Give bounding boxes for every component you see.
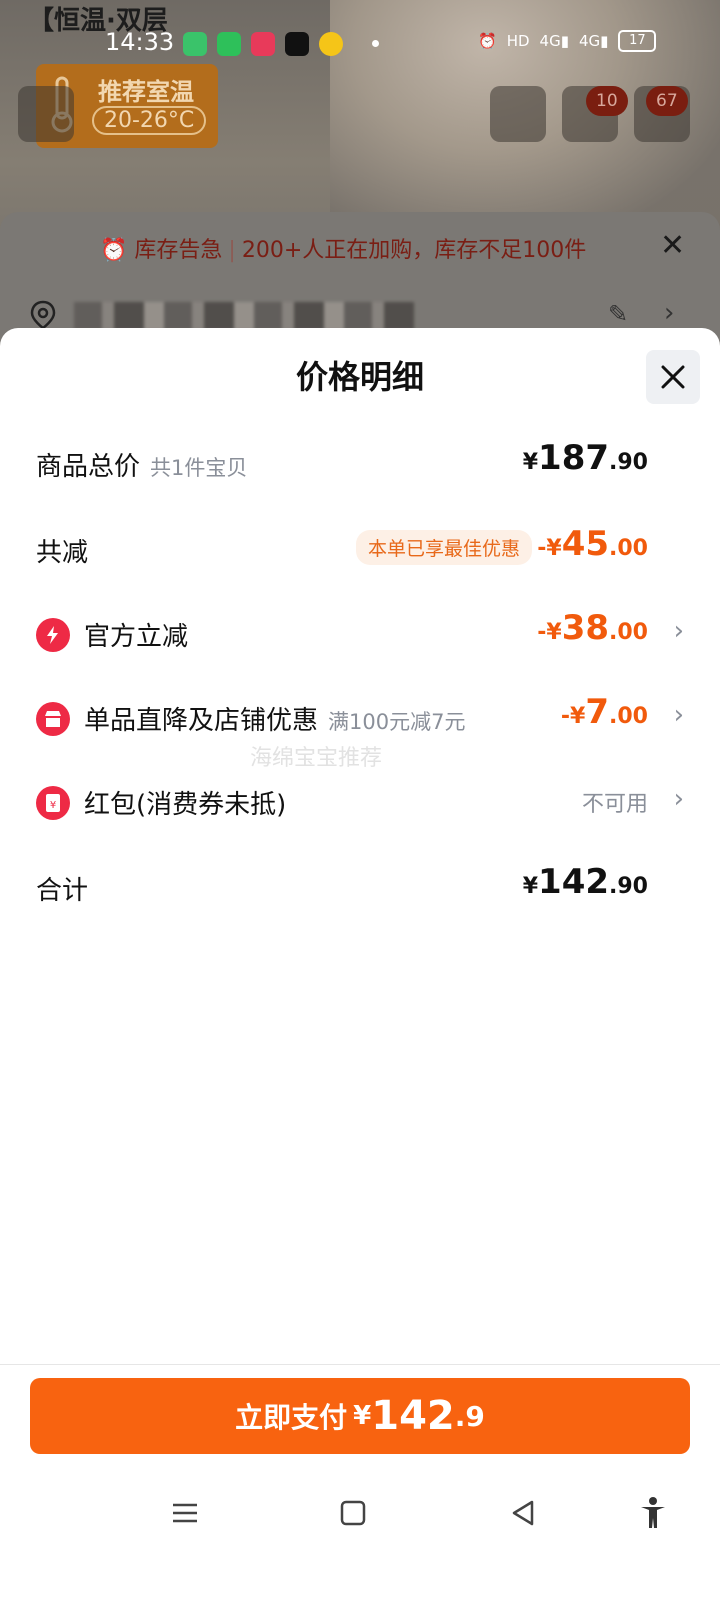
iqiyi-icon [217, 32, 241, 56]
discount-amount: -¥45.00 [537, 524, 648, 564]
price-detail-sheet: 价格明细 商品总价 共1件宝贝 ¥187.90 共减 本单已享最佳优惠 -¥45.… [0, 328, 720, 1600]
chevron-right-icon: › [673, 784, 684, 814]
cart-badge: 10 [586, 86, 628, 116]
shop-sub: 满100元减7元 [328, 710, 466, 734]
back-icon[interactable] [506, 1496, 540, 1530]
hd-icon: HD [506, 32, 530, 50]
divider [0, 1364, 720, 1365]
status-app-icons [183, 32, 343, 56]
signal-4g-icon-2: 4G▮ [578, 32, 609, 50]
status-bar: 14:33 ⏰ HD 4G▮ 4G▮ 17 [0, 28, 720, 62]
sum-amount: ¥142.90 [522, 862, 648, 902]
official-amount: -¥38.00 [537, 608, 648, 648]
close-icon [661, 365, 685, 389]
battery-icon: 17 [618, 30, 657, 52]
row-official-discount[interactable]: 官方立减 -¥38.00 › [36, 608, 684, 658]
stock-alert-label: 库存告急 [134, 238, 223, 263]
row-total: 商品总价 共1件宝贝 ¥187.90 [36, 438, 684, 488]
row-red-packet[interactable]: ¥ 红包(消费券未抵) 不可用 › [36, 776, 684, 826]
shop-label: 单品直降及店铺优惠 满100元减7元 [84, 706, 466, 736]
status-time: 14:33 [105, 28, 175, 56]
menu-icon[interactable] [168, 1496, 202, 1530]
row-sum: 合计 ¥142.90 [36, 862, 684, 912]
signal-4g-icon: 4G▮ [539, 32, 569, 50]
edit-icon[interactable]: ✎ [608, 300, 628, 328]
other-badge: 67 [646, 86, 688, 116]
sheet-title: 价格明细 [295, 358, 424, 396]
alarm-clock-icon: ⏰ [100, 238, 128, 263]
accessibility-icon[interactable] [636, 1496, 670, 1530]
red-packet-status: 不可用 [581, 792, 648, 817]
sum-label: 合计 [36, 876, 89, 906]
home-icon[interactable] [336, 1496, 370, 1530]
row-shop-discount[interactable]: 单品直降及店铺优惠 满100元减7元 -¥7.00 › [36, 692, 684, 742]
chevron-right-icon: › [673, 616, 684, 646]
red-packet-icon: ¥ [36, 786, 70, 820]
address-blurred [74, 302, 414, 330]
total-sub: 共1件宝贝 [150, 456, 248, 480]
temp-label: 推荐室温 [98, 78, 194, 106]
total-label: 商品总价 共1件宝贝 [36, 452, 248, 482]
weibo-icon [319, 32, 343, 56]
discount-label: 共减 [36, 538, 89, 568]
total-amount: ¥187.90 [522, 438, 648, 478]
share-button[interactable] [490, 86, 546, 142]
dewu-icon [285, 32, 309, 56]
alarm-icon: ⏰ [478, 32, 497, 50]
stock-alert-text: 200+人正在加购，库存不足100件 [241, 238, 587, 263]
lightning-icon [36, 618, 70, 652]
chevron-right-icon: › [673, 700, 684, 730]
official-label: 官方立减 [84, 622, 189, 652]
status-right: ⏰ HD 4G▮ 4G▮ 17 [478, 30, 657, 52]
xiaohongshu-icon [251, 32, 275, 56]
stock-alert: ⏰ 库存告急 | 200+人正在加购，库存不足100件 [100, 238, 587, 263]
best-discount-tag: 本单已享最佳优惠 [355, 530, 532, 565]
back-button[interactable] [18, 86, 74, 142]
location-pin-icon [30, 300, 56, 330]
store-icon [36, 702, 70, 736]
red-packet-label: 红包(消费券未抵) [84, 790, 287, 820]
stock-close-icon[interactable]: ✕ [660, 228, 685, 263]
watermark: 海绵宝宝推荐 [250, 746, 383, 771]
notification-dot [372, 40, 379, 47]
shop-amount: -¥7.00 [560, 692, 648, 732]
app-icon [183, 32, 207, 56]
svg-text:¥: ¥ [50, 800, 56, 811]
address-chevron-icon[interactable]: › [664, 298, 674, 328]
pay-now-button[interactable]: 立即支付 ¥142.9 [30, 1378, 690, 1454]
row-discount: 共减 本单已享最佳优惠 -¥45.00 [36, 524, 684, 574]
close-button[interactable] [646, 350, 700, 404]
temp-range: 20-26°C [92, 106, 207, 135]
